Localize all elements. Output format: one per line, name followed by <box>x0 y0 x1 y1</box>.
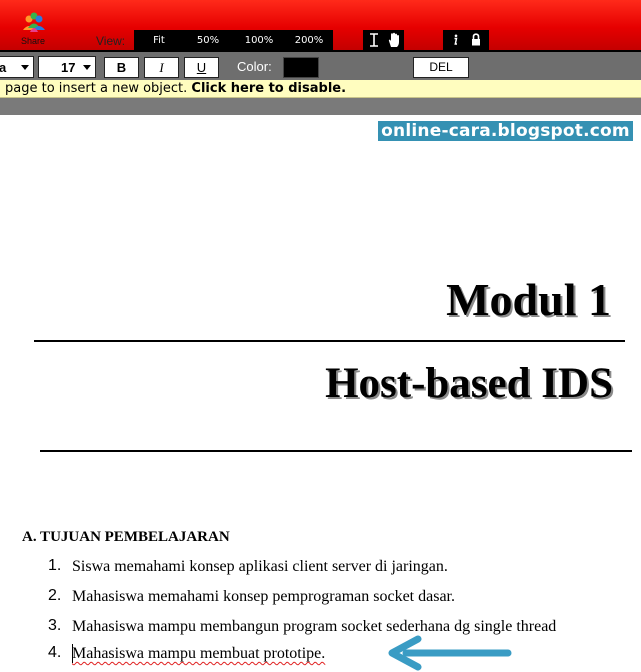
notice-text: page to insert a new object. <box>5 81 188 96</box>
view-label: View: <box>96 34 126 48</box>
zoom-controls: Fit 50% 100% 200% <box>134 30 333 50</box>
delete-button[interactable]: DEL <box>413 57 469 78</box>
italic-button[interactable]: I <box>144 57 179 78</box>
share-people-icon <box>23 12 45 32</box>
zoom-100-button[interactable]: 100% <box>240 30 278 50</box>
list-item: 3. Mahasiswa mampu membangun program soc… <box>0 617 641 639</box>
list-item: 2. Mahasiswa memahami konsep pemprograma… <box>0 587 641 609</box>
page-gutter <box>0 98 641 115</box>
list-text: Mahasiswa memahami konsep pemprograman s… <box>72 588 455 605</box>
tool-selector <box>363 30 404 50</box>
list-number: 1. <box>48 557 62 574</box>
share-button[interactable]: Share <box>10 8 56 48</box>
list-number: 2. <box>48 587 62 604</box>
editing-text[interactable]: Mahasiswa mampu membuat prototipe. <box>72 645 325 663</box>
chevron-down-icon <box>21 65 29 70</box>
watermark-banner: online-cara.blogspot.com <box>378 121 633 141</box>
subtitle-divider <box>40 450 632 452</box>
text-cursor-icon[interactable] <box>368 33 380 47</box>
section-heading: A. TUJUAN PEMBELAJARAN <box>22 529 230 545</box>
module-subtitle: Host-based IDS <box>325 360 613 407</box>
font-size-value: 17 <box>61 60 76 75</box>
share-label: Share <box>20 36 46 46</box>
font-family-value: a <box>0 60 7 75</box>
main-toolbar: Share View: Fit 50% 100% 200% <box>0 0 641 50</box>
info-tools <box>443 30 489 50</box>
title-divider <box>34 340 625 342</box>
bold-button[interactable]: B <box>104 57 139 78</box>
color-swatch[interactable] <box>283 57 319 78</box>
disable-notice-link[interactable]: Click here to disable. <box>191 81 346 96</box>
list-item: 1. Siswa memahami konsep aplikasi client… <box>0 557 641 579</box>
notice-bar: page to insert a new object. Click here … <box>0 80 641 98</box>
color-label: Color: <box>237 59 272 74</box>
hand-icon[interactable] <box>387 32 401 48</box>
list-number: 3. <box>48 617 62 634</box>
font-size-select[interactable]: 17 <box>38 56 96 78</box>
zoom-50-button[interactable]: 50% <box>192 30 224 50</box>
lock-icon[interactable] <box>471 33 481 46</box>
info-icon[interactable] <box>451 34 459 46</box>
module-title: Modul 1 <box>446 274 611 325</box>
pointer-arrow-icon <box>388 635 512 671</box>
underline-button[interactable]: U <box>184 57 219 78</box>
zoom-fit-button[interactable]: Fit <box>144 30 174 50</box>
chevron-down-icon <box>83 65 91 70</box>
zoom-200-button[interactable]: 200% <box>290 30 328 50</box>
list-text: Siswa memahami konsep aplikasi client se… <box>72 558 448 575</box>
list-item[interactable]: 4. Mahasiswa mampu membuat prototipe. <box>0 644 641 666</box>
format-toolbar: a 17 B I U Color: DEL <box>0 50 641 80</box>
font-family-select[interactable]: a <box>0 56 34 78</box>
text-caret <box>72 644 73 663</box>
list-number: 4. <box>48 644 62 661</box>
list-text: Mahasiswa mampu membangun program socket… <box>72 618 557 635</box>
document-page[interactable]: online-cara.blogspot.com Modul 1 Host-ba… <box>0 115 641 672</box>
